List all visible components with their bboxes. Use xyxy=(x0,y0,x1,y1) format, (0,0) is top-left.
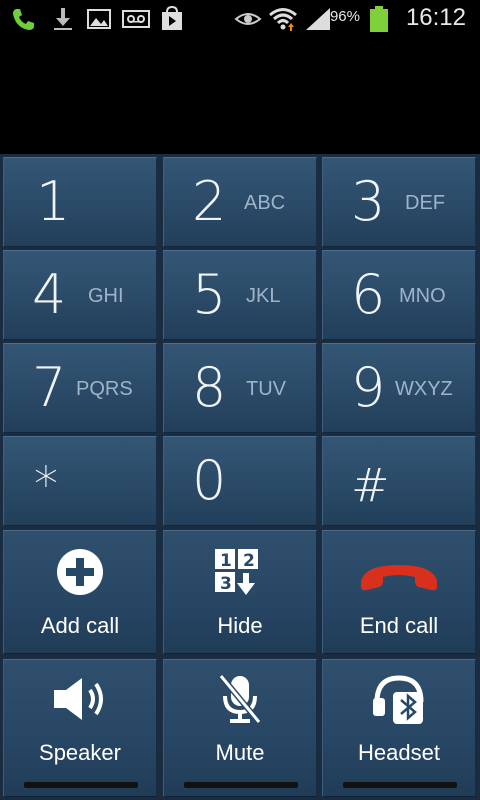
key-digit: # xyxy=(351,458,390,512)
headset-button[interactable]: Headset xyxy=(322,659,476,797)
key-hash[interactable]: # xyxy=(322,436,476,526)
key-9[interactable]: 9 WXYZ xyxy=(322,343,476,433)
key-letters: ABC xyxy=(244,192,286,214)
speaker-status-indicator xyxy=(24,782,138,788)
mute-button[interactable]: Mute xyxy=(163,659,317,797)
voicemail-icon xyxy=(122,6,150,36)
key-digit: 3 xyxy=(351,170,386,233)
phone-call-icon xyxy=(10,6,36,36)
speaker-icon xyxy=(50,674,110,728)
key-letters: PQRS xyxy=(76,378,133,400)
key-digit: 0 xyxy=(192,449,227,512)
dialpad: 1 2 ABC 3 DEF 4 GHI 5 JKL 6 MNO 7 PQRS 8… xyxy=(0,154,480,800)
key-digit: * xyxy=(34,457,58,513)
end-call-icon xyxy=(357,559,441,599)
key-star[interactable]: * xyxy=(3,436,157,526)
bluetooth-headset-icon xyxy=(371,672,427,730)
key-6[interactable]: 6 MNO xyxy=(322,250,476,340)
add-circle-icon xyxy=(55,547,105,601)
key-digit: 8 xyxy=(192,356,227,419)
key-2[interactable]: 2 ABC xyxy=(163,157,317,247)
svg-text:3: 3 xyxy=(220,574,232,594)
gallery-icon xyxy=(86,6,112,36)
key-digit: 6 xyxy=(351,263,386,326)
microphone-off-icon xyxy=(215,672,265,730)
svg-text:2: 2 xyxy=(243,551,255,571)
key-3[interactable]: 3 DEF xyxy=(322,157,476,247)
speaker-button[interactable]: Speaker xyxy=(3,659,157,797)
key-digit: 7 xyxy=(32,356,67,419)
mute-label: Mute xyxy=(215,740,265,765)
hide-keypad-button[interactable]: 1 2 3 Hide xyxy=(163,530,317,654)
svg-text:1: 1 xyxy=(220,551,232,571)
key-5[interactable]: 5 JKL xyxy=(163,250,317,340)
key-4[interactable]: 4 GHI xyxy=(3,250,157,340)
battery-icon xyxy=(369,5,389,37)
number-display xyxy=(0,38,480,154)
keypad-hide-icon: 1 2 3 xyxy=(213,547,267,601)
key-letters: WXYZ xyxy=(395,378,453,400)
mute-status-indicator xyxy=(184,782,298,788)
key-letters: TUV xyxy=(246,378,286,400)
key-digit: 4 xyxy=(32,263,67,326)
wifi-icon xyxy=(268,6,298,36)
end-call-button[interactable]: End call xyxy=(322,530,476,654)
key-0[interactable]: 0 xyxy=(163,436,317,526)
download-icon xyxy=(50,6,76,36)
signal-icon xyxy=(304,6,332,36)
play-store-icon xyxy=(160,5,184,36)
status-bar: 96% 16:12 xyxy=(0,0,480,38)
add-call-label: Add call xyxy=(40,613,120,638)
key-1[interactable]: 1 xyxy=(3,157,157,247)
key-digit: 5 xyxy=(192,263,227,326)
key-digit: 2 xyxy=(192,170,227,233)
end-call-label: End call xyxy=(359,613,439,638)
battery-percent: 96% xyxy=(329,8,360,25)
key-8[interactable]: 8 TUV xyxy=(163,343,317,433)
key-7[interactable]: 7 PQRS xyxy=(3,343,157,433)
headset-label: Headset xyxy=(358,740,440,765)
hide-label: Hide xyxy=(217,613,263,638)
key-letters: GHI xyxy=(88,285,124,307)
key-letters: MNO xyxy=(399,285,446,307)
key-digit: 1 xyxy=(36,170,71,233)
key-letters: DEF xyxy=(405,192,445,214)
speaker-label: Speaker xyxy=(39,740,121,765)
headset-status-indicator xyxy=(343,782,457,788)
clock: 16:12 xyxy=(405,4,466,31)
eye-icon xyxy=(234,6,262,36)
add-call-button[interactable]: Add call xyxy=(3,530,157,654)
key-digit: 9 xyxy=(351,356,386,419)
key-letters: JKL xyxy=(246,285,281,307)
